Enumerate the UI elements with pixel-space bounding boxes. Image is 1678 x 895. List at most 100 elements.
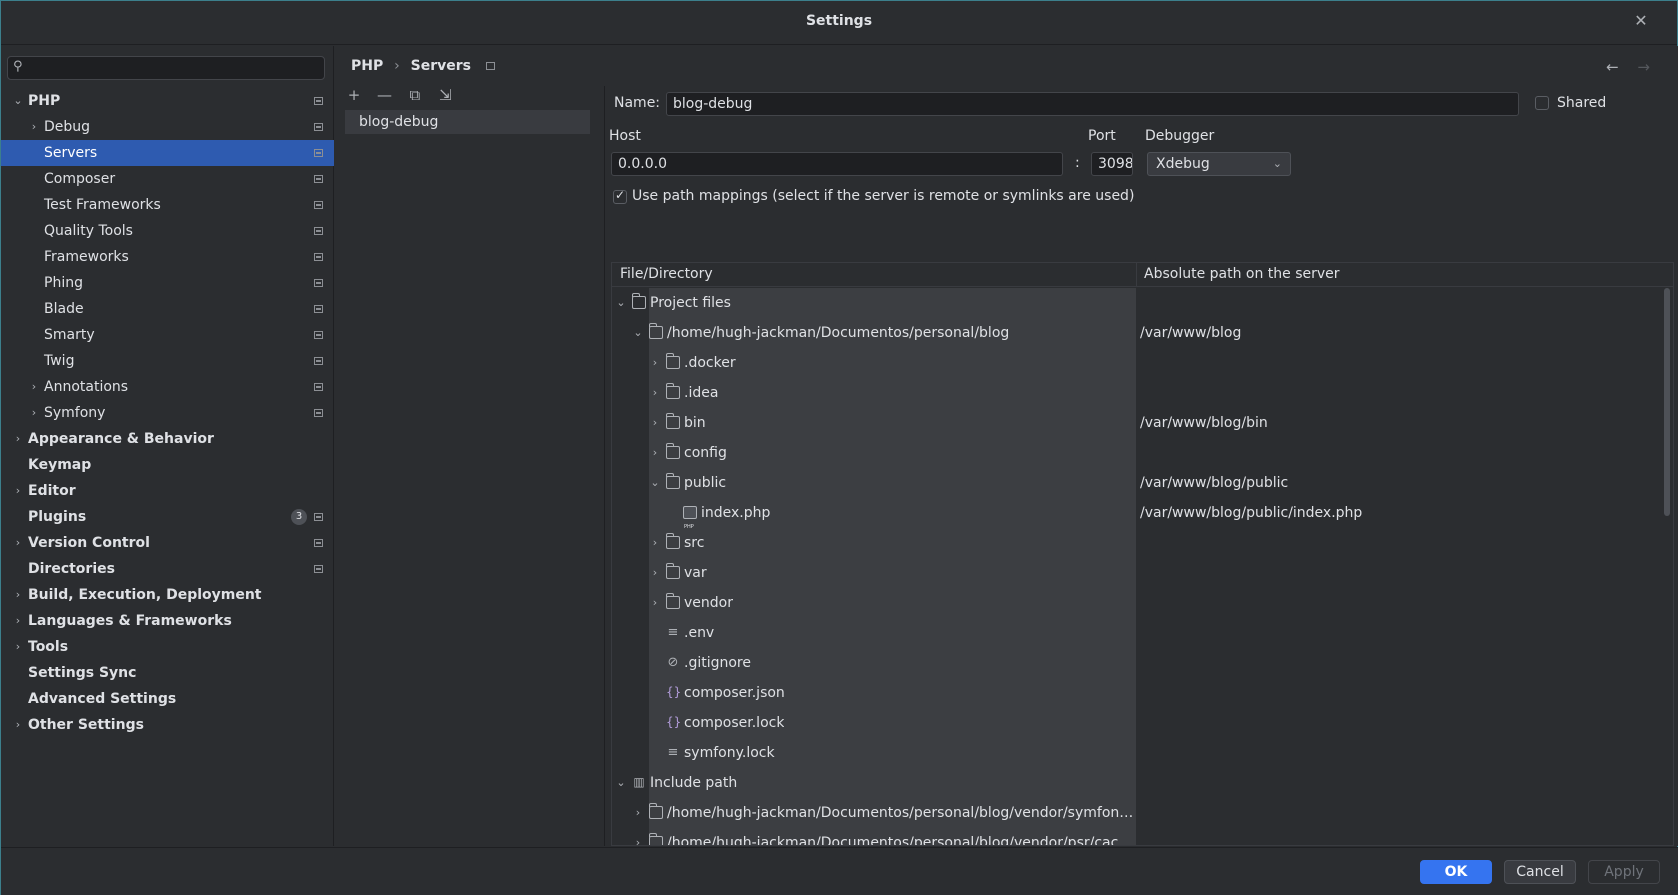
sidebar-item-php[interactable]: ⌄ PHP (1, 88, 334, 114)
table-row[interactable]: ⌄ /home/hugh-jackman/Documentos/personal/… (612, 318, 1673, 348)
import-icon[interactable]: ⇲ (432, 86, 458, 104)
table-row[interactable]: ⌄ ▥ Include path (612, 768, 1673, 798)
table-row[interactable]: ⊘ .gitignore (612, 648, 1673, 678)
table-row[interactable]: ≡ symfony.lock (612, 738, 1673, 768)
sidebar-item-quality-tools[interactable]: Quality Tools (1, 218, 334, 244)
sidebar-item-languages-frameworks[interactable]: › Languages & Frameworks (1, 608, 334, 634)
json-file-icon: {} (666, 715, 682, 729)
sidebar-item-appearance-behavior[interactable]: › Appearance & Behavior (1, 426, 334, 452)
chevron-right-icon[interactable]: › (631, 828, 645, 845)
chevron-right-icon[interactable]: › (648, 528, 662, 558)
chevron-right-icon[interactable]: › (631, 798, 645, 828)
chevron-down-icon[interactable]: ⌄ (648, 468, 662, 498)
sidebar-item-composer[interactable]: Composer (1, 166, 334, 192)
chevron-right-icon[interactable]: › (27, 114, 41, 140)
sidebar-item-settings-sync[interactable]: Settings Sync (1, 660, 334, 686)
sidebar-item-version-control[interactable]: › Version Control (1, 530, 334, 556)
table-row[interactable]: › config (612, 438, 1673, 468)
chevron-right-icon[interactable]: › (648, 378, 662, 408)
chevron-right-icon[interactable]: › (648, 438, 662, 468)
chevron-right-icon[interactable]: › (27, 400, 41, 426)
server-path-cell[interactable]: /var/www/blog (1140, 318, 1241, 348)
sidebar-item-advanced-settings[interactable]: Advanced Settings (1, 686, 334, 712)
table-row[interactable]: ⌄ public/var/www/blog/public (612, 468, 1673, 498)
chevron-right-icon[interactable]: › (648, 408, 662, 438)
chevron-right-icon[interactable]: › (648, 558, 662, 588)
chevron-right-icon[interactable]: › (11, 426, 25, 452)
column-server-path[interactable]: Absolute path on the server (1144, 266, 1340, 282)
chevron-right-icon[interactable]: › (648, 588, 662, 618)
sidebar-item-smarty[interactable]: Smarty (1, 322, 334, 348)
sidebar-item-annotations[interactable]: › Annotations (1, 374, 334, 400)
sidebar-item-build-execution-deployment[interactable]: › Build, Execution, Deployment (1, 582, 334, 608)
sidebar-item-phing[interactable]: Phing (1, 270, 334, 296)
debugger-select[interactable]: Xdebug ⌄ (1147, 152, 1291, 176)
chevron-down-icon[interactable]: ⌄ (631, 318, 645, 348)
server-path-cell[interactable]: /var/www/blog/bin (1140, 408, 1268, 438)
chevron-right-icon[interactable]: › (11, 634, 25, 660)
vertical-scrollbar[interactable] (1664, 288, 1670, 516)
chevron-down-icon[interactable]: ⌄ (614, 288, 628, 318)
host-field[interactable] (611, 152, 1063, 176)
chevron-right-icon[interactable]: › (27, 374, 41, 400)
column-divider[interactable] (1136, 263, 1137, 287)
path-mappings-checkbox[interactable] (613, 188, 627, 204)
table-row[interactable]: › .idea (612, 378, 1673, 408)
chevron-right-icon[interactable]: › (11, 712, 25, 738)
table-row[interactable]: › vendor (612, 588, 1673, 618)
search-input[interactable] (34, 58, 320, 78)
forward-arrow-icon[interactable]: → (1637, 58, 1650, 76)
sidebar-item-blade[interactable]: Blade (1, 296, 334, 322)
ok-button[interactable]: OK (1420, 860, 1492, 884)
sidebar-item-keymap[interactable]: Keymap (1, 452, 334, 478)
sidebar-item-other-settings[interactable]: › Other Settings (1, 712, 334, 738)
table-row[interactable]: › src (612, 528, 1673, 558)
sidebar-item-test-frameworks[interactable]: Test Frameworks (1, 192, 334, 218)
chevron-right-icon[interactable]: › (11, 608, 25, 634)
sidebar-item-label: Twig (44, 353, 75, 369)
chevron-down-icon[interactable]: ⌄ (614, 768, 628, 798)
server-item[interactable]: blog-debug (345, 110, 590, 134)
table-row[interactable]: {} composer.json (612, 678, 1673, 708)
sidebar-item-frameworks[interactable]: Frameworks (1, 244, 334, 270)
back-arrow-icon[interactable]: ← (1606, 58, 1619, 76)
sidebar-item-twig[interactable]: Twig (1, 348, 334, 374)
name-field[interactable] (666, 92, 1519, 116)
apply-button[interactable]: Apply (1588, 860, 1660, 884)
table-row[interactable]: index.php/var/www/blog/public/index.php (612, 498, 1673, 542)
breadcrumb-php[interactable]: PHP (351, 58, 383, 74)
sidebar-item-plugins[interactable]: Plugins 3 (1, 504, 334, 530)
cancel-button[interactable]: Cancel (1504, 860, 1576, 884)
chevron-right-icon[interactable]: › (648, 348, 662, 378)
table-row[interactable]: › bin/var/www/blog/bin (612, 408, 1673, 438)
table-row[interactable]: › /home/hugh-jackman/Documentos/personal/… (612, 828, 1673, 845)
settings-search[interactable]: ⚲ (7, 56, 325, 80)
table-row[interactable]: ≡ .env (612, 618, 1673, 648)
server-path-cell[interactable]: /var/www/blog/public/index.php (1140, 498, 1362, 528)
sidebar-item-editor[interactable]: › Editor (1, 478, 334, 504)
table-row[interactable]: › var (612, 558, 1673, 588)
close-icon[interactable]: ✕ (1631, 11, 1651, 31)
file-name: symfony.lock (684, 745, 775, 761)
chevron-down-icon[interactable]: ⌄ (11, 88, 25, 114)
sidebar-item-debug[interactable]: › Debug (1, 114, 334, 140)
copy-icon[interactable]: ⧉ (402, 86, 428, 104)
settings-sidebar: ⚲ ⌄ PHP › Debug Servers Composer Test Framewor… (1, 46, 334, 846)
table-row[interactable]: ⌄ Project files (612, 288, 1673, 318)
sidebar-item-tools[interactable]: › Tools (1, 634, 334, 660)
add-icon[interactable]: + (341, 86, 367, 104)
chevron-right-icon[interactable]: › (11, 530, 25, 556)
server-path-cell[interactable]: /var/www/blog/public (1140, 468, 1288, 498)
shared-checkbox[interactable] (1535, 96, 1549, 110)
sidebar-item-servers[interactable]: Servers (1, 140, 334, 166)
chevron-right-icon[interactable]: › (11, 582, 25, 608)
chevron-right-icon[interactable]: › (11, 478, 25, 504)
port-field[interactable] (1091, 152, 1133, 176)
table-row[interactable]: › .docker (612, 348, 1673, 378)
remove-icon[interactable]: — (371, 86, 397, 104)
table-row[interactable]: › /home/hugh-jackman/Documentos/personal/… (612, 798, 1673, 828)
column-file-directory[interactable]: File/Directory (620, 266, 713, 282)
sidebar-item-directories[interactable]: Directories (1, 556, 334, 582)
table-row[interactable]: {} composer.lock (612, 708, 1673, 738)
sidebar-item-symfony[interactable]: › Symfony (1, 400, 334, 426)
